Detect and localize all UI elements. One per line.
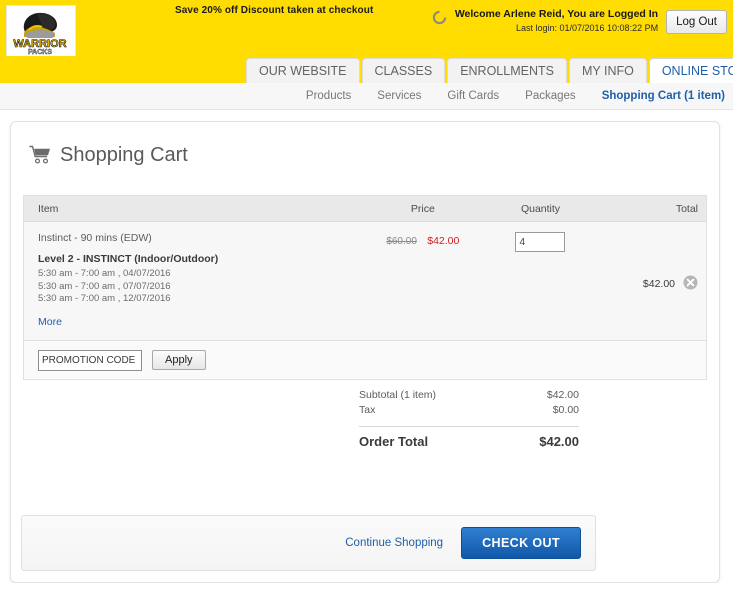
order-totals: Subtotal (1 item) $42.00 Tax $0.00 Order…: [359, 388, 579, 449]
sub-nav-items: Products Services Gift Cards Packages Sh…: [306, 83, 725, 109]
cart-item-original-price: $60.00: [386, 236, 417, 247]
order-total-label: Order Total: [359, 434, 429, 449]
shopping-cart-icon: [29, 145, 51, 167]
tax-line: Tax $0.00: [359, 403, 579, 418]
tab-classes[interactable]: CLASSES: [361, 58, 446, 83]
subtotal-line: Subtotal (1 item) $42.00: [359, 388, 579, 403]
tax-label: Tax: [359, 404, 376, 416]
subtotal-label: Subtotal (1 item): [359, 389, 437, 401]
cart-action-bar: Continue Shopping CHECK OUT: [21, 515, 596, 571]
promotion-code-row: Apply: [24, 341, 706, 379]
warrior-packs-logo[interactable]: WARRIOR PACKS: [6, 5, 76, 58]
subnav-item-packages[interactable]: Packages: [525, 90, 576, 102]
subnav-item-services[interactable]: Services: [377, 90, 421, 102]
promo-banner-text: Save 20% off Discount taken at checkout: [175, 5, 374, 16]
cart-item-total: $42.00: [642, 278, 676, 290]
cart-item-quantity-cell: [476, 232, 606, 334]
spinner-icon: [432, 10, 447, 28]
continue-shopping-link[interactable]: Continue Shopping: [345, 537, 443, 549]
quantity-input[interactable]: [515, 232, 566, 252]
cart-item-session-3: 5:30 am - 7:00 am , 12/07/2016: [38, 293, 171, 304]
top-banner-bar: WARRIOR PACKS Save 20% off Discount take…: [0, 0, 733, 58]
column-header-quantity: Quantity: [520, 202, 561, 215]
shopping-cart-panel: Shopping Cart Item Price Quantity Total …: [10, 121, 720, 583]
main-tab-bar: OUR WEBSITE CLASSES ENROLLMENTS MY INFO …: [246, 58, 733, 83]
subtotal-value: $42.00: [546, 389, 579, 401]
column-header-item: Item: [38, 202, 59, 215]
subnav-item-shopping-cart[interactable]: Shopping Cart (1 item): [602, 90, 725, 102]
sub-nav-bar: Products Services Gift Cards Packages Sh…: [0, 83, 733, 110]
cart-table-header: Item Price Quantity Total: [24, 196, 706, 222]
tax-value: $0.00: [552, 404, 579, 416]
tab-my-info[interactable]: MY INFO: [568, 58, 647, 83]
cart-item-sub-title: Level 2 - INSTINCT (Indoor/Outdoor): [38, 253, 219, 265]
tab-online-store[interactable]: ONLINE STORE: [648, 58, 733, 83]
order-total-line: Order Total $42.00: [359, 434, 579, 449]
subnav-item-products[interactable]: Products: [306, 90, 351, 102]
page-title-row: Shopping Cart: [29, 144, 188, 167]
cart-item-sale-price: $42.00: [427, 235, 460, 247]
apply-promotion-button[interactable]: Apply: [152, 350, 206, 370]
svg-text:PACKS: PACKS: [28, 49, 52, 55]
welcome-message: Welcome Arlene Reid, You are Logged In: [454, 8, 659, 20]
totals-divider: [359, 426, 579, 427]
tab-our-website[interactable]: OUR WEBSITE: [246, 58, 360, 83]
welcome-text-wrap: Welcome Arlene Reid, You are Logged In L…: [455, 6, 658, 34]
cart-item-session-2: 5:30 am - 7:00 am , 07/07/2016: [38, 280, 171, 292]
subnav-item-gift-cards[interactable]: Gift Cards: [447, 90, 499, 102]
order-total-value: $42.00: [539, 434, 579, 449]
cart-item-total-cell: $42.00: [605, 232, 706, 334]
log-out-button[interactable]: Log Out: [666, 10, 727, 34]
column-header-total: Total: [675, 202, 699, 215]
last-login-text: Last login: 01/07/2016 10:08:22 PM: [515, 23, 659, 33]
cart-item-session-1: 5:30 am - 7:00 am , 04/07/2016: [38, 268, 171, 279]
tab-enrollments[interactable]: ENROLLMENTS: [447, 58, 567, 83]
cart-item-price-cell: $60.00 $42.00: [370, 232, 476, 334]
promotion-code-input[interactable]: [38, 349, 142, 371]
warrior-packs-logo-graphic: WARRIOR PACKS: [7, 6, 73, 55]
more-link[interactable]: More: [38, 316, 62, 328]
user-session-block: Welcome Arlene Reid, You are Logged In L…: [432, 6, 727, 34]
cart-item-details: Instinct - 90 mins (EDW) Level 2 - INSTI…: [24, 232, 370, 334]
page-bottom-edge: [0, 583, 733, 596]
remove-item-icon[interactable]: [683, 275, 698, 293]
check-out-button[interactable]: CHECK OUT: [461, 527, 581, 559]
table-row: Instinct - 90 mins (EDW) Level 2 - INSTI…: [24, 222, 706, 341]
cart-item-name: Instinct - 90 mins (EDW): [38, 232, 152, 244]
column-header-price: Price: [410, 202, 435, 215]
cart-table: Item Price Quantity Total Instinct - 90 …: [23, 195, 707, 380]
page-title: Shopping Cart: [60, 144, 188, 166]
